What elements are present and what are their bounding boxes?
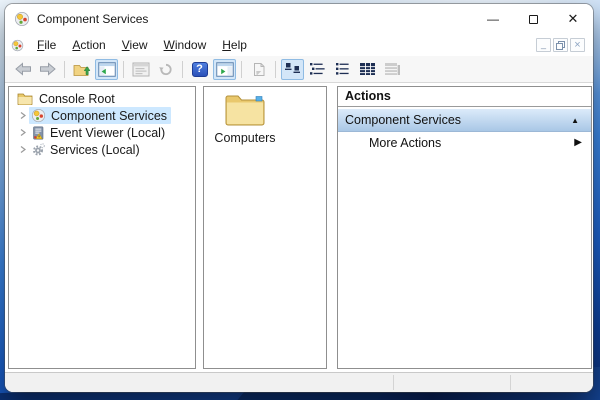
large-icons-view-button[interactable]: [281, 59, 304, 80]
component-services-window: Component Services — ✕ File Action View …: [5, 4, 593, 392]
child-minimize-button[interactable]: _: [536, 38, 551, 52]
list-view-icon: [334, 62, 351, 76]
expand-chevron-icon[interactable]: [16, 111, 29, 120]
customize-view-button[interactable]: [381, 59, 404, 80]
console-tree-icon: [98, 62, 116, 77]
maximize-icon: [529, 15, 538, 24]
desktop: Component Services — ✕ File Action View …: [0, 0, 600, 400]
toolbar-separator: [275, 61, 276, 78]
more-actions-item[interactable]: More Actions ▶: [338, 132, 591, 153]
back-icon: [14, 62, 32, 76]
results-pane: Computers: [203, 86, 327, 369]
list-view-button[interactable]: [331, 59, 354, 80]
toolbar: ?: [5, 56, 593, 83]
expand-chevron-icon[interactable]: [16, 145, 29, 154]
list-item-label: Computers: [214, 131, 275, 145]
child-window-controls: _ ×: [536, 38, 587, 52]
tree-item-label: Services (Local): [50, 143, 140, 157]
list-item-computers[interactable]: Computers: [210, 92, 280, 145]
tree-item-label: Console Root: [39, 92, 115, 106]
details-view-icon: [359, 62, 376, 76]
menu-help[interactable]: Help: [214, 36, 255, 54]
details-view-button[interactable]: [356, 59, 379, 80]
folder-icon: [223, 92, 267, 128]
toolbar-separator: [64, 61, 65, 78]
actions-pane: Actions Component Services ▲ More Action…: [337, 86, 592, 369]
menu-window[interactable]: Window: [156, 36, 215, 54]
back-button[interactable]: [11, 59, 34, 80]
up-one-level-icon: [73, 62, 91, 77]
show-hide-console-tree-button[interactable]: [95, 59, 118, 80]
tree-item-services[interactable]: Services (Local): [9, 141, 195, 158]
tree-item-event-viewer[interactable]: Event Viewer (Local): [9, 124, 195, 141]
status-bar-separator: [510, 375, 511, 390]
small-icons-view-icon: [309, 62, 326, 76]
show-hide-action-pane-button[interactable]: [213, 59, 236, 80]
tree-item-component-services[interactable]: Component Services: [9, 107, 195, 124]
tree-item-console-root[interactable]: Console Root: [9, 90, 195, 107]
expand-right-arrow-icon: ▶: [574, 137, 582, 148]
tree-item-label: Event Viewer (Local): [50, 126, 165, 140]
tree-item-label: Component Services: [51, 109, 167, 123]
up-one-level-button[interactable]: [70, 59, 93, 80]
large-icons-view-icon: [284, 62, 301, 76]
properties-button[interactable]: [129, 59, 152, 80]
child-close-button[interactable]: ×: [570, 38, 585, 52]
close-icon: ✕: [568, 11, 579, 27]
menu-view[interactable]: View: [114, 36, 156, 54]
child-minimize-icon: _: [541, 40, 546, 49]
child-close-icon: ×: [574, 40, 580, 51]
more-actions-label: More Actions: [369, 136, 441, 150]
actions-section-label: Component Services: [345, 113, 461, 127]
actions-pane-title: Actions: [338, 87, 591, 107]
minimize-icon: —: [487, 12, 499, 26]
refresh-button[interactable]: [154, 59, 177, 80]
services-icon: [31, 143, 45, 157]
toolbar-separator: [182, 61, 183, 78]
collapse-arrow-icon[interactable]: ▲: [571, 116, 579, 125]
app-icon: [14, 11, 30, 27]
help-button[interactable]: ?: [188, 59, 211, 80]
folder-icon: [17, 92, 33, 105]
menu-file[interactable]: File: [29, 36, 64, 54]
refresh-icon: [158, 62, 174, 77]
properties-icon: [132, 62, 150, 77]
console-tree: Console Root: [9, 87, 195, 158]
expand-chevron-icon[interactable]: [16, 128, 29, 137]
menu-action[interactable]: Action: [64, 36, 113, 54]
window-title: Component Services: [37, 12, 148, 26]
action-pane-icon: [216, 62, 234, 77]
export-list-button[interactable]: [247, 59, 270, 80]
small-icons-view-button[interactable]: [306, 59, 329, 80]
actions-section-component-services[interactable]: Component Services ▲: [338, 109, 591, 132]
child-restore-icon: [556, 41, 565, 50]
toolbar-separator: [123, 61, 124, 78]
menu-bar: File Action View Window Help _ ×: [5, 34, 593, 56]
child-restore-button[interactable]: [553, 38, 568, 52]
forward-button[interactable]: [36, 59, 59, 80]
console-content: Console Root: [5, 83, 593, 372]
console-icon: [11, 39, 24, 52]
event-viewer-icon: [31, 126, 45, 140]
status-bar-separator: [393, 375, 394, 390]
minimize-button[interactable]: —: [473, 4, 513, 34]
component-services-icon: [31, 108, 46, 123]
close-button[interactable]: ✕: [553, 4, 593, 34]
status-bar: [5, 372, 593, 392]
window-controls: — ✕: [473, 4, 593, 34]
forward-icon: [39, 62, 57, 76]
help-icon: ?: [192, 62, 208, 77]
toolbar-separator: [241, 61, 242, 78]
tree-selection: Component Services: [29, 107, 171, 124]
console-tree-pane: Console Root: [8, 86, 196, 369]
export-list-icon: [251, 62, 267, 77]
maximize-button[interactable]: [513, 4, 553, 34]
title-bar: Component Services — ✕: [5, 4, 593, 34]
customize-view-icon: [384, 62, 401, 76]
